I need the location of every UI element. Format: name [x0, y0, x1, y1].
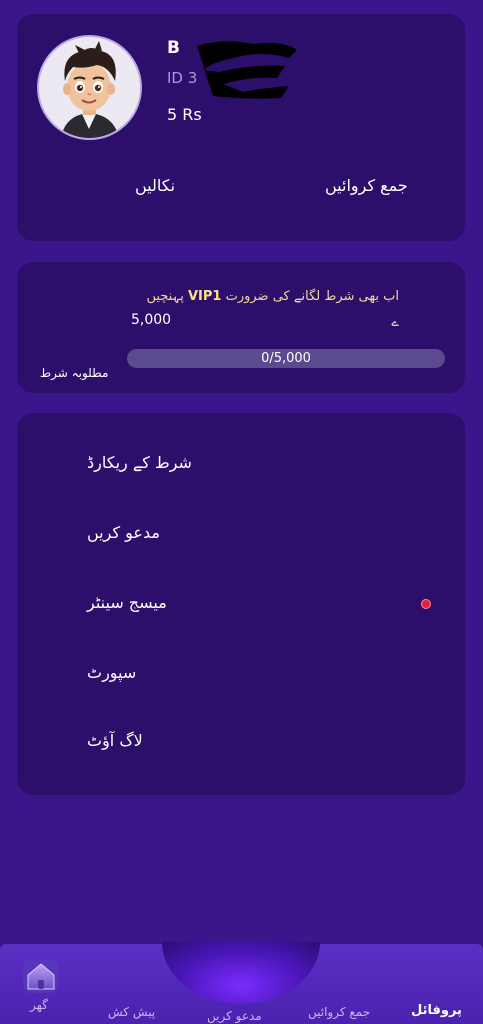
- nav-home[interactable]: گھر: [30, 998, 48, 1012]
- menu-item-bet-records[interactable]: شرط کے ریکارڈ: [87, 453, 192, 472]
- menu-item-support[interactable]: سپورٹ: [87, 663, 136, 682]
- redaction-scribble: [197, 41, 297, 99]
- wager-progress-bar: 0/5,000: [127, 349, 445, 368]
- home-icon[interactable]: [22, 958, 60, 994]
- vip-message-part3: ے: [391, 315, 399, 330]
- required-wager-label: مطلوبہ شرط: [40, 366, 109, 380]
- nav-deposit[interactable]: جمع کروائیں: [308, 1005, 370, 1019]
- vip-level: VIP1: [187, 289, 222, 304]
- avatar[interactable]: [37, 35, 142, 140]
- deposit-button[interactable]: جمع کروائیں: [325, 176, 408, 195]
- avatar-cartoon-boy-icon: [39, 37, 140, 138]
- menu-item-invite[interactable]: مدعو کریں: [87, 523, 160, 542]
- profile-page: B ID 3 5 Rs نکالیں جمع کروائیں اب بھی شر…: [0, 0, 483, 1024]
- notification-dot-icon: [421, 599, 431, 609]
- withdraw-button[interactable]: نکالیں: [135, 176, 175, 195]
- vip-message-part2: پہنچیں: [146, 289, 184, 304]
- nav-offers[interactable]: پیش کش: [108, 1005, 155, 1019]
- profile-card: B ID 3 5 Rs نکالیں جمع کروائیں: [17, 14, 465, 241]
- nav-profile[interactable]: پروفائل: [411, 1003, 462, 1018]
- menu-item-logout[interactable]: لاگ آؤٹ: [87, 731, 143, 750]
- vip-requirement-text: اب بھی شرط لگانے کی ضرورت VIP1 پہنچیں ے: [99, 284, 399, 336]
- wager-progress-text: 0/5,000: [261, 351, 311, 366]
- balance: 5 Rs: [167, 105, 202, 124]
- vip-progress-card: اب بھی شرط لگانے کی ضرورت VIP1 پہنچیں ے …: [17, 262, 465, 393]
- menu-item-message-center[interactable]: میسج سینٹر: [87, 593, 167, 612]
- menu-card: شرط کے ریکارڈ مدعو کریں میسج سینٹر سپورٹ…: [17, 413, 465, 795]
- username: B: [167, 38, 180, 58]
- vip-message-part1: اب بھی شرط لگانے کی ضرورت: [225, 289, 399, 304]
- vip-required-amount: 5,000: [131, 312, 172, 328]
- nav-invite[interactable]: مدعو کریں: [207, 1009, 262, 1023]
